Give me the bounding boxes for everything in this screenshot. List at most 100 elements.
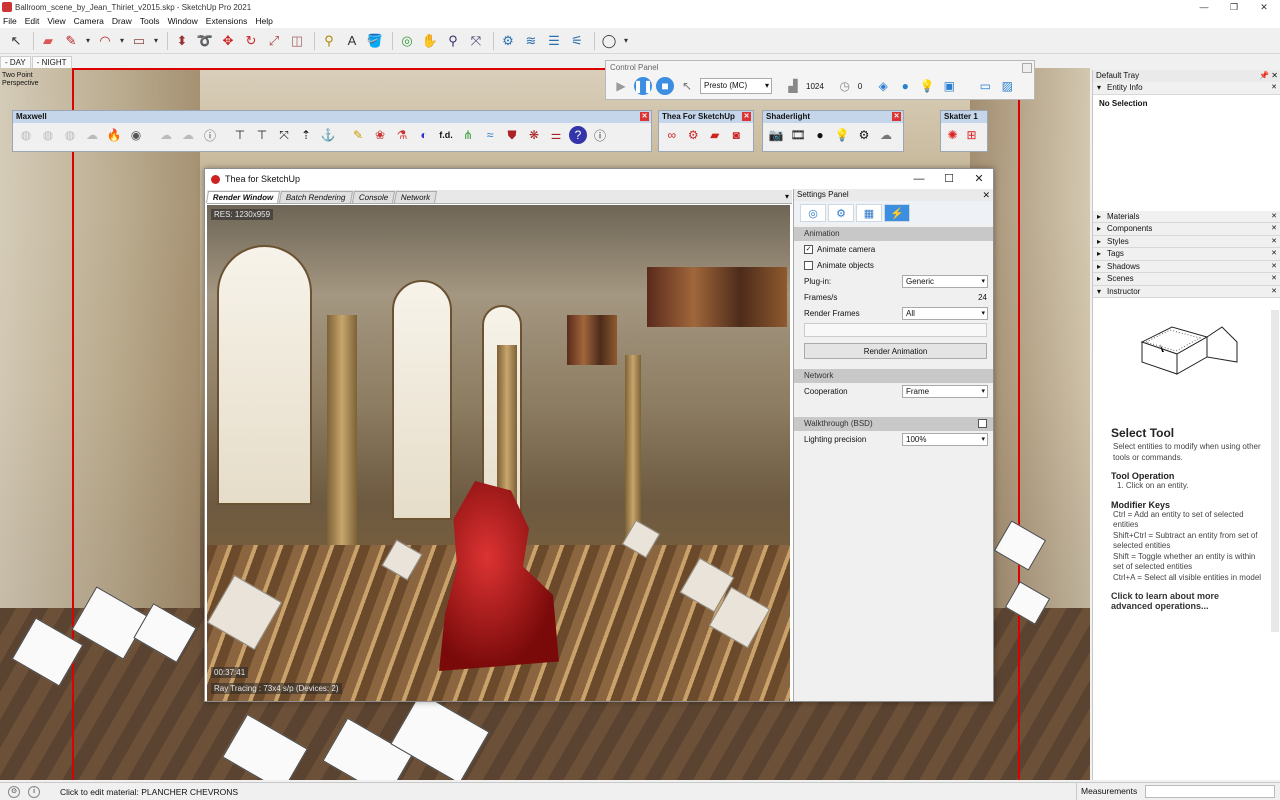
components-section[interactable]: Components ✕ — [1093, 223, 1280, 236]
pause-icon[interactable]: ❚❚ — [633, 77, 653, 95]
extension-warehouse-icon[interactable]: ≋ — [521, 31, 541, 51]
instructor-section[interactable]: Instructor ✕ — [1093, 285, 1280, 298]
arc-icon[interactable]: ◠ — [95, 31, 115, 51]
animation-section-header[interactable]: Animation — [794, 227, 993, 241]
menu-extensions[interactable]: Extensions — [206, 16, 248, 26]
frames-range-field[interactable] — [804, 323, 987, 337]
render-settings-icon[interactable]: ◎ — [800, 204, 826, 222]
section-close-icon[interactable]: ✕ — [1271, 248, 1277, 260]
animate-objects-checkbox[interactable] — [804, 260, 813, 270]
tee-icon[interactable]: ⊤ — [231, 126, 249, 144]
molecule-icon[interactable]: ❋ — [525, 126, 543, 144]
animation-icon[interactable]: ⚡ — [884, 204, 910, 222]
extension-manager-icon[interactable]: ⚟ — [567, 31, 587, 51]
cooperation-select[interactable]: Frame — [902, 384, 988, 398]
entity-info-section[interactable]: Entity Info ✕ — [1093, 82, 1280, 95]
select-arrow-icon[interactable]: ↖ — [6, 31, 26, 51]
render-animation-button[interactable]: Render Animation — [804, 343, 987, 359]
geo-location-icon[interactable]: ⊙ — [8, 785, 20, 798]
menu-draw[interactable]: Draw — [112, 16, 132, 26]
thea-toolbar-close-button[interactable]: ✕ — [742, 112, 751, 121]
scale-icon[interactable]: ⤢ — [264, 31, 284, 51]
cloud-icon[interactable]: ☁ — [83, 126, 101, 144]
fire-icon[interactable]: 🔥 — [105, 126, 123, 144]
expand-icon[interactable]: ⤧ — [275, 126, 293, 144]
follow-me-icon[interactable]: ➰ — [195, 31, 215, 51]
menu-edit[interactable]: Edit — [25, 16, 40, 26]
cube-icon[interactable]: ◈ — [874, 77, 892, 95]
zoom-extents-icon[interactable]: ⤧ — [466, 31, 486, 51]
tray-pin-icon[interactable]: 📌 ✕ — [1259, 70, 1278, 82]
dropdown-arrow-icon[interactable]: ▾ — [118, 31, 126, 51]
orbit-icon[interactable]: ◎ — [397, 31, 417, 51]
sky-icon[interactable]: ◍ — [17, 126, 35, 144]
measurements-input[interactable] — [1145, 785, 1275, 798]
fps-value[interactable]: 24 — [978, 293, 987, 302]
info-icon[interactable]: ⓘ — [591, 126, 609, 144]
materials-section[interactable]: Materials ✕ — [1093, 210, 1280, 223]
push-pull-icon[interactable]: ⬍ — [172, 31, 192, 51]
grid-icon[interactable]: ▦ — [856, 204, 882, 222]
section-close-icon[interactable]: ✕ — [1271, 211, 1277, 223]
thea-logo-icon[interactable]: ∞ — [663, 126, 681, 144]
section-close-icon[interactable]: ✕ — [1271, 261, 1277, 273]
fd-icon[interactable]: f.d. — [437, 126, 455, 144]
menu-view[interactable]: View — [47, 16, 65, 26]
paint-bucket-icon[interactable]: 🪣 — [365, 31, 385, 51]
tray-scrollbar[interactable] — [1271, 310, 1279, 632]
gear-icon[interactable]: ⚙ — [828, 204, 854, 222]
rack-icon[interactable]: ⚌ — [547, 126, 565, 144]
eraser-icon[interactable]: ▰ — [38, 31, 58, 51]
scenes-section[interactable]: Scenes ✕ — [1093, 273, 1280, 286]
folder-icon[interactable]: ▰ — [706, 126, 724, 144]
dropper-icon[interactable]: ⚗ — [393, 126, 411, 144]
offset-icon[interactable]: ◫ — [287, 31, 307, 51]
move-icon[interactable]: ✥ — [218, 31, 238, 51]
tab-batch-rendering[interactable]: Batch Rendering — [279, 191, 354, 203]
light-icon[interactable]: 💡 — [918, 77, 936, 95]
tags-section[interactable]: Tags ✕ — [1093, 248, 1280, 261]
play-icon[interactable]: ▶ — [612, 77, 630, 95]
bulb-icon[interactable]: 💡 — [833, 126, 851, 144]
pencil-icon[interactable]: ✎ — [61, 31, 81, 51]
engine-select[interactable]: Presto (MC) — [700, 78, 772, 94]
account-icon[interactable]: ◯ — [599, 31, 619, 51]
sky-icon[interactable]: ◍ — [61, 126, 79, 144]
stop-icon[interactable]: ■ — [656, 77, 674, 95]
grass-icon[interactable]: ⋔ — [459, 126, 477, 144]
folder-icon[interactable]: ▭ — [976, 77, 994, 95]
sphere-icon[interactable]: ● — [811, 126, 829, 144]
target-icon[interactable]: ◉ — [127, 126, 145, 144]
tape-measure-icon[interactable]: ⚲ — [319, 31, 339, 51]
plugin-select[interactable]: Generic — [902, 274, 988, 288]
tab-menu-icon[interactable]: ▾ — [785, 192, 789, 201]
select-region-icon[interactable]: ↖ — [678, 77, 696, 95]
water-icon[interactable]: ≈ — [481, 126, 499, 144]
info-icon[interactable]: ⓘ — [201, 126, 219, 144]
sky-icon[interactable]: ◍ — [39, 126, 57, 144]
material-sphere-icon[interactable]: ● — [896, 77, 914, 95]
image-icon[interactable]: ▨ — [998, 77, 1016, 95]
settings-panel-close-button[interactable]: ✕ — [982, 189, 990, 201]
zoom-icon[interactable]: ⚲ — [443, 31, 463, 51]
text-icon[interactable]: A — [342, 31, 362, 51]
info-icon[interactable]: i — [28, 785, 40, 798]
scene-tab-night[interactable]: - NIGHT — [31, 56, 72, 68]
menu-tools[interactable]: Tools — [140, 16, 160, 26]
dropdown-arrow-icon[interactable]: ▾ — [622, 31, 630, 51]
paint-pencil-icon[interactable]: ✎ — [349, 126, 367, 144]
dropdown-arrow-icon[interactable]: ▾ — [152, 31, 160, 51]
skatter-grid-icon[interactable]: ⊞ — [964, 126, 979, 144]
minimize-button[interactable]: — — [1190, 0, 1218, 14]
render-frames-select[interactable]: All — [902, 306, 988, 320]
arrow-up-icon[interactable]: ⇡ — [297, 126, 315, 144]
box-icon[interactable]: ▣ — [940, 77, 958, 95]
rotate-icon[interactable]: ↻ — [241, 31, 261, 51]
lighting-precision-select[interactable]: 100% — [902, 432, 988, 446]
walkthrough-checkbox[interactable] — [978, 419, 987, 428]
thea-minimize-button[interactable]: — — [905, 171, 933, 187]
render-preview[interactable]: RES: 1230x959 00:37:41 Ray Tracing : 73x… — [207, 205, 790, 701]
network-section-header[interactable]: Network — [794, 369, 993, 383]
section-close-icon[interactable]: ✕ — [1271, 223, 1277, 235]
control-panel-close-button[interactable] — [1022, 63, 1032, 73]
